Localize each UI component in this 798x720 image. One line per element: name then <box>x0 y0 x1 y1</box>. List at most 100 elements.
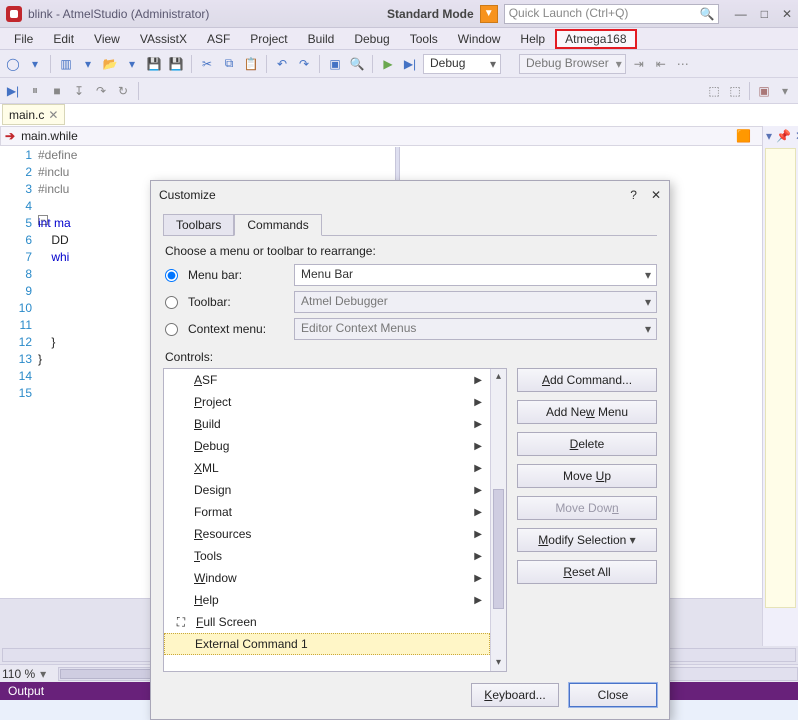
find-icon[interactable]: 🔍 <box>348 55 366 73</box>
undo-icon[interactable]: ↶ <box>273 55 291 73</box>
close-tab-icon[interactable]: ✕ <box>48 108 58 122</box>
save-all-icon[interactable]: 💾 <box>167 55 185 73</box>
move-up-button[interactable]: Move Up <box>517 464 657 488</box>
context-select[interactable]: Editor Context Menus <box>294 318 657 340</box>
debug-browser-dropdown[interactable]: Debug Browser <box>519 54 626 74</box>
maximize-button[interactable]: □ <box>761 7 768 21</box>
quick-launch-input[interactable]: Quick Launch (Ctrl+Q) 🔍 <box>504 4 719 24</box>
chip-icon[interactable]: ▣ <box>326 55 344 73</box>
close-button[interactable]: ✕ <box>782 7 792 21</box>
controls-listbox[interactable]: ASF▶Project▶Build▶Debug▶XML▶Design▶Forma… <box>163 368 507 672</box>
panel-icon[interactable]: ⬚ <box>726 82 744 100</box>
controls-item[interactable]: Build▶ <box>164 413 490 435</box>
start-no-debug-icon[interactable]: ▶| <box>401 55 419 73</box>
controls-item[interactable]: Project▶ <box>164 391 490 413</box>
controls-item[interactable]: XML▶ <box>164 457 490 479</box>
nav-back-icon[interactable]: ◯ <box>4 55 22 73</box>
modify-selection-button[interactable]: Modify Selection <box>517 528 657 552</box>
menubar-select[interactable]: Menu Bar <box>294 264 657 286</box>
controls-item[interactable]: Format▶ <box>164 501 490 523</box>
minimize-button[interactable]: — <box>735 7 747 21</box>
tab-commands[interactable]: Commands <box>234 214 321 236</box>
radio-menubar[interactable] <box>165 269 178 282</box>
dropdown-icon[interactable]: ▾ <box>766 129 772 143</box>
reset-all-button[interactable]: Reset All <box>517 560 657 584</box>
paste-icon[interactable]: 📋 <box>242 55 260 73</box>
submenu-arrow-icon: ▶ <box>474 529 482 540</box>
menu-project[interactable]: Project <box>240 30 297 48</box>
scroll-thumb[interactable] <box>493 489 504 609</box>
device-icon[interactable]: ▣ <box>755 82 773 100</box>
nav-fwd-icon[interactable]: ▾ <box>26 55 44 73</box>
scroll-up-icon[interactable]: ▴ <box>491 369 506 385</box>
controls-item[interactable]: ASF▶ <box>164 369 490 391</box>
toolbar2-options-icon[interactable]: ▾ <box>776 82 794 100</box>
controls-item[interactable]: Window▶ <box>164 567 490 589</box>
run-to-cursor-icon[interactable]: ▶| <box>4 82 22 100</box>
menu-help[interactable]: Help <box>510 30 555 48</box>
controls-item[interactable]: Debug▶ <box>164 435 490 457</box>
submenu-arrow-icon: ▶ <box>474 551 482 562</box>
menu-file[interactable]: File <box>4 30 43 48</box>
zoom-dropdown[interactable]: 110 % <box>0 667 58 681</box>
close-button-dialog[interactable]: Close <box>569 683 657 707</box>
step-into-icon[interactable]: ↧ <box>70 82 88 100</box>
open-dropdown-icon[interactable]: ▾ <box>123 55 141 73</box>
toolbar-options-icon[interactable]: ⋯ <box>674 55 692 73</box>
dialog-tabs: Toolbars Commands <box>163 213 657 236</box>
toolbar-select[interactable]: Atmel Debugger <box>294 291 657 313</box>
add-new-menu-button[interactable]: Add New Menu <box>517 400 657 424</box>
keyboard-button[interactable]: Keyboard... <box>471 683 559 707</box>
cut-icon[interactable]: ✂ <box>198 55 216 73</box>
line-number: 6 <box>0 232 38 249</box>
menu-build[interactable]: Build <box>298 30 345 48</box>
stop-icon[interactable]: ■ <box>48 82 66 100</box>
start-icon[interactable]: ▶ <box>379 55 397 73</box>
menu-tools[interactable]: Tools <box>400 30 448 48</box>
controls-item[interactable]: Resources▶ <box>164 523 490 545</box>
controls-item[interactable]: External Command 1 <box>164 633 490 655</box>
add-command-button[interactable]: Add Command... <box>517 368 657 392</box>
menu-debug[interactable]: Debug <box>344 30 399 48</box>
menu-window[interactable]: Window <box>448 30 511 48</box>
mode-dropdown-icon[interactable]: ▼ <box>480 5 498 23</box>
code-line[interactable]: #define <box>38 147 798 164</box>
copy-icon[interactable]: ⧉ <box>220 55 238 73</box>
help-button[interactable]: ? <box>630 188 637 202</box>
redo-icon[interactable]: ↷ <box>295 55 313 73</box>
step-over-icon[interactable]: ↷ <box>92 82 110 100</box>
save-icon[interactable]: 💾 <box>145 55 163 73</box>
minimap[interactable] <box>765 148 796 608</box>
menu-asf[interactable]: ASF <box>197 30 240 48</box>
code-line[interactable]: #inclu <box>38 164 798 181</box>
restart-icon[interactable]: ↻ <box>114 82 132 100</box>
open-icon[interactable]: 📂 <box>101 55 119 73</box>
controls-item[interactable]: Design▶ <box>164 479 490 501</box>
menu-view[interactable]: View <box>84 30 130 48</box>
separator <box>372 55 373 73</box>
pin-icon[interactable]: 📌 <box>776 129 791 143</box>
solution-config-dropdown[interactable]: Debug <box>423 54 501 74</box>
pause-icon[interactable]: ⏸ <box>26 82 44 100</box>
tab-toolbars[interactable]: Toolbars <box>163 214 234 236</box>
menu-edit[interactable]: Edit <box>43 30 84 48</box>
controls-item[interactable]: Tools▶ <box>164 545 490 567</box>
radio-toolbar[interactable] <box>165 296 178 309</box>
new-project-icon[interactable]: ▥ <box>57 55 75 73</box>
new-file-dropdown-icon[interactable]: ▾ <box>79 55 97 73</box>
controls-scrollbar[interactable]: ▴ ▾ <box>490 369 506 671</box>
controls-item[interactable]: Help▶ <box>164 589 490 611</box>
menu-vassistx[interactable]: VAssistX <box>130 30 197 48</box>
editor-tab-label: main.c <box>9 108 44 122</box>
hex-icon[interactable]: ⬚ <box>705 82 723 100</box>
menu-atmega168[interactable]: Atmega168 <box>555 29 636 49</box>
dialog-close-button[interactable]: ✕ <box>651 188 661 202</box>
editor-tab[interactable]: main.c ✕ <box>2 104 65 125</box>
controls-item[interactable]: ⛶Full Screen <box>164 611 490 633</box>
delete-button[interactable]: Delete <box>517 432 657 456</box>
step-out-icon[interactable]: ⇤ <box>652 55 670 73</box>
scroll-down-icon[interactable]: ▾ <box>491 655 506 671</box>
radio-context[interactable] <box>165 323 178 336</box>
step-icon[interactable]: ⇥ <box>630 55 648 73</box>
navigation-bar[interactable]: ➔ main.while <box>0 126 798 146</box>
